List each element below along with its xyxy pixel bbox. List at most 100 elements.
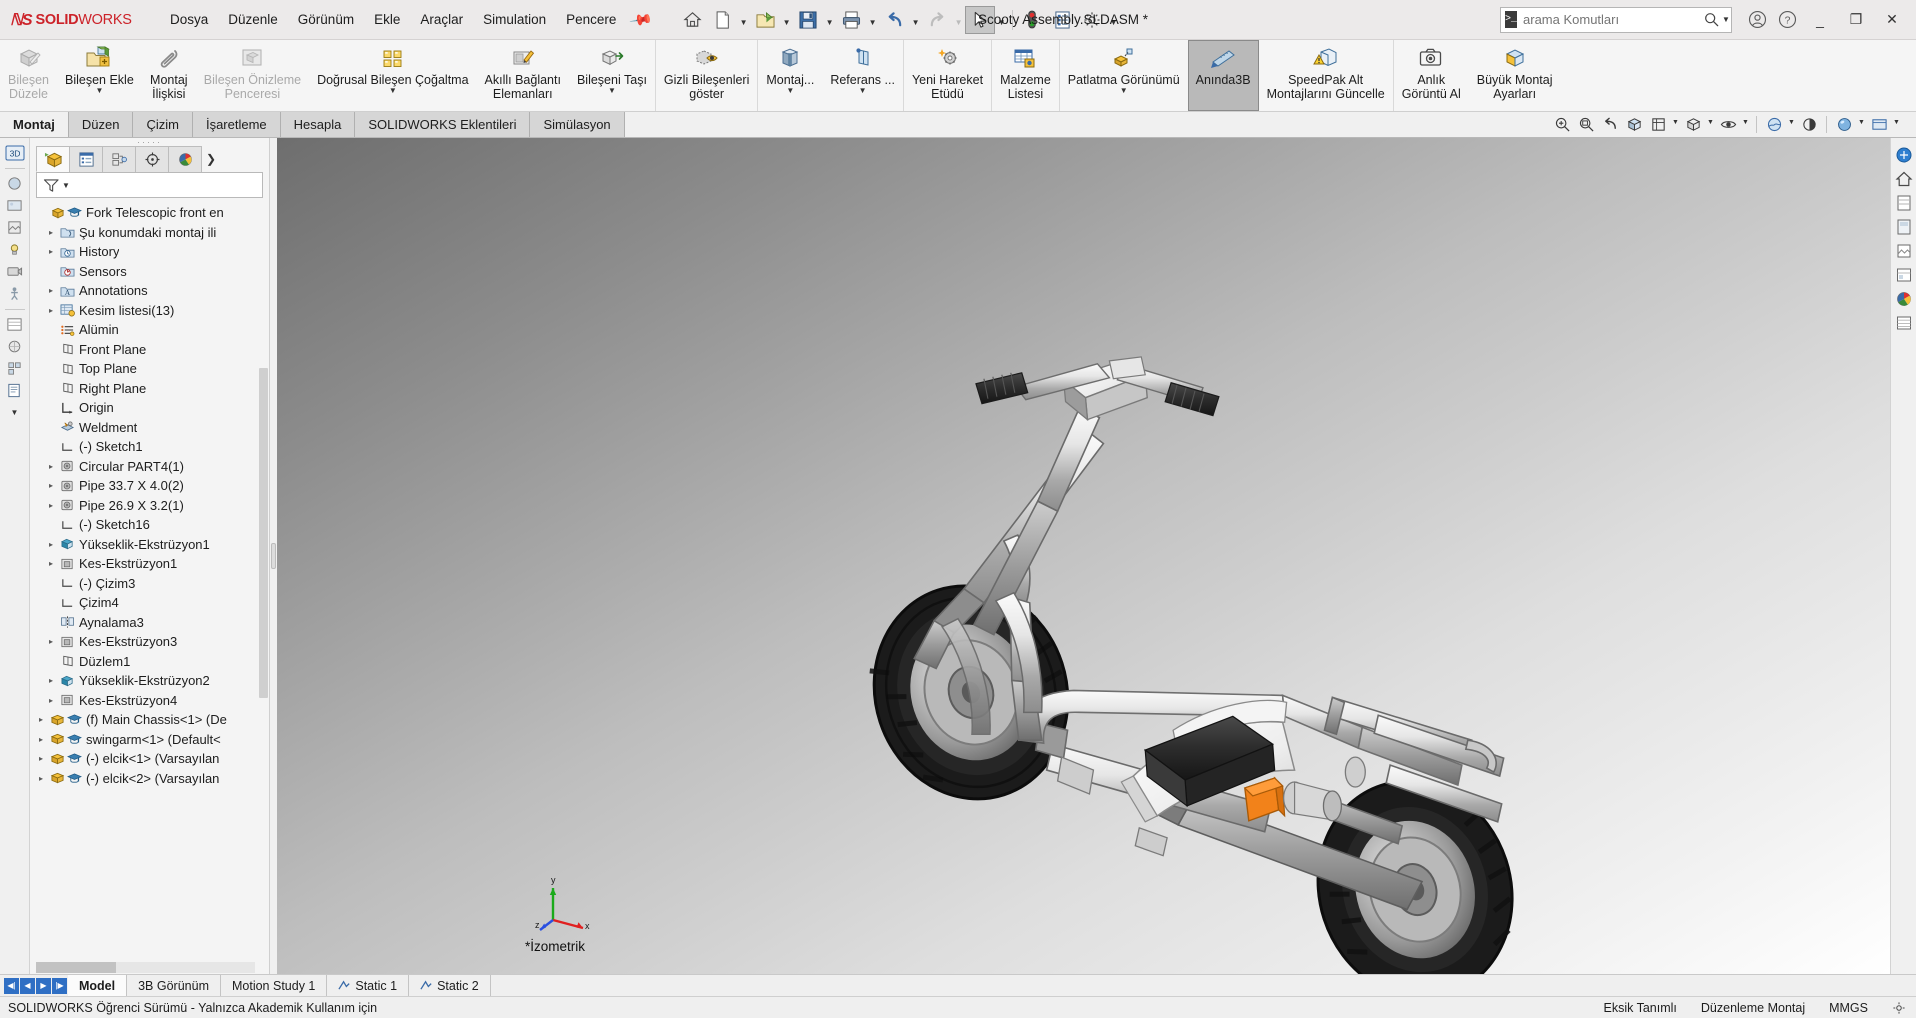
hide-show-items-icon[interactable] (1716, 113, 1740, 137)
tree-node[interactable]: Top Plane (34, 359, 269, 379)
tree-node[interactable]: ▸ (f) Main Chassis<1> (De (34, 710, 269, 730)
insert-component-button[interactable]: Bileşen Ekle ▼ (57, 40, 142, 111)
tree-node[interactable]: Front Plane (34, 340, 269, 360)
view-orientation-dropdown-icon[interactable]: ▼ (1670, 119, 1681, 131)
save-dropdown-icon[interactable]: ▼ (823, 6, 836, 34)
expand-arrow-icon[interactable]: ▸ (44, 696, 58, 705)
tree-node[interactable]: ▸ Pipe 26.9 X 3.2(1) (34, 496, 269, 516)
reference-geometry-dropdown-icon[interactable]: ▼ (859, 87, 867, 95)
options-dropdown-icon[interactable]: ▼ (1107, 6, 1120, 34)
appearance-sphere-icon[interactable] (1832, 113, 1856, 137)
tree-filter-box[interactable]: ▼ (36, 172, 263, 198)
bottom-tab-3d-views[interactable]: 3B Görünüm (127, 975, 221, 996)
move-component-dropdown-icon[interactable]: ▼ (608, 87, 616, 95)
zoom-to-fit-icon[interactable] (1550, 113, 1574, 137)
undo-icon[interactable] (879, 6, 909, 34)
tab-cizim[interactable]: Çizim (133, 112, 193, 137)
apply-scene-dropdown-icon[interactable]: ▼ (1786, 119, 1797, 131)
view-orientation-icon[interactable] (1646, 113, 1670, 137)
menu-pencere[interactable]: Pencere (556, 8, 626, 31)
menu-araclar[interactable]: Araçlar (410, 8, 473, 31)
appearance-dropdown-icon[interactable]: ▼ (1856, 119, 1867, 131)
print-icon[interactable] (836, 6, 866, 34)
left-rail-more-icon[interactable]: ▼ (3, 402, 27, 423)
expand-arrow-icon[interactable]: ▸ (44, 228, 58, 237)
bill-of-materials-button[interactable]: Malzeme Listesi (992, 40, 1059, 111)
first-tab-icon[interactable]: ◀| (4, 977, 19, 994)
tree-hscroll-thumb[interactable] (36, 962, 116, 973)
tree-node[interactable]: ▸ Kesim listesi(13) (34, 301, 269, 321)
mate-button[interactable]: Montaj İlişkisi (142, 40, 196, 111)
tree-node[interactable]: ▸ Yükseklik-Ekstrüzyon1 (34, 535, 269, 555)
open-folder-dropdown-icon[interactable]: ▼ (780, 6, 793, 34)
3d-views-icon[interactable]: 3D (3, 142, 27, 163)
menu-duzenle[interactable]: Düzenle (218, 8, 288, 31)
take-snapshot-button[interactable]: Anlık Görüntü Al (1394, 40, 1469, 111)
redo-icon[interactable] (922, 6, 952, 34)
tree-vertical-scrollbar[interactable] (259, 368, 268, 698)
prev-tab-icon[interactable]: ◀ (20, 977, 35, 994)
custom-properties-icon[interactable] (3, 380, 27, 401)
zoom-area-icon[interactable] (1574, 113, 1598, 137)
tab-solidworks-eklentileri[interactable]: SOLIDWORKS Eklentileri (355, 112, 531, 137)
chevron-right-icon[interactable]: ❯ (201, 146, 221, 172)
command-search-box[interactable]: >_ ▼ (1500, 6, 1733, 33)
expand-arrow-icon[interactable]: ▸ (44, 462, 58, 471)
panel-drag-handle[interactable]: ····· (30, 138, 269, 147)
viewport-layout-icon[interactable] (1867, 113, 1891, 137)
property-manager-tab[interactable] (69, 146, 103, 172)
units-indicator[interactable]: MMGS (1817, 1001, 1880, 1015)
tab-isaretleme[interactable]: İşaretleme (192, 112, 281, 137)
new-document-dropdown-icon[interactable]: ▼ (737, 6, 750, 34)
tree-node[interactable]: ▸ Kes-Ekstrüzyon1 (34, 554, 269, 574)
redo-dropdown-icon[interactable]: ▼ (952, 6, 965, 34)
tree-node[interactable]: (-) Sketch16 (34, 515, 269, 535)
tree-node[interactable]: Origin (34, 398, 269, 418)
select-dropdown-icon[interactable]: ▼ (995, 6, 1008, 34)
light-panel-icon[interactable] (1893, 264, 1915, 286)
search-input[interactable] (1517, 11, 1702, 28)
save-icon[interactable] (793, 6, 823, 34)
new-document-icon[interactable] (707, 6, 737, 34)
restore-button[interactable]: ❐ (1838, 3, 1874, 37)
scene-icon[interactable] (3, 195, 27, 216)
tree-node[interactable]: ▸ Pipe 33.7 X 4.0(2) (34, 476, 269, 496)
tree-node[interactable]: ▸ A Annotations (34, 281, 269, 301)
expand-arrow-icon[interactable]: ▸ (44, 637, 58, 646)
display-manager-tab[interactable] (168, 146, 202, 172)
display-style-dropdown-icon[interactable]: ▼ (1705, 119, 1716, 131)
tab-hesapla[interactable]: Hesapla (280, 112, 356, 137)
apply-scene-icon[interactable] (1762, 113, 1786, 137)
expand-arrow-icon[interactable]: ▸ (34, 774, 48, 783)
tree-node[interactable]: Çizim4 (34, 593, 269, 613)
rebuild-icon[interactable] (1017, 6, 1047, 34)
close-button[interactable]: ✕ (1874, 3, 1910, 37)
feature-manager-tree-tab[interactable] (36, 146, 70, 172)
render-tools-icon[interactable] (3, 336, 27, 357)
tree-node[interactable]: Düzlem1 (34, 652, 269, 672)
dimxpert-manager-tab[interactable] (135, 146, 169, 172)
menu-gorunum[interactable]: Görünüm (288, 8, 364, 31)
assembly-features-button[interactable]: Montaj... ▼ (758, 40, 822, 111)
reference-geometry-button[interactable]: Referans ... ▼ (822, 40, 903, 111)
next-tab-icon[interactable]: ▶ (36, 977, 51, 994)
appearance-icon[interactable] (3, 173, 27, 194)
options-gear-icon[interactable] (1077, 6, 1107, 34)
tree-node[interactable]: ▸ (-) elcik<2> (Varsayılan (34, 769, 269, 789)
move-component-button[interactable]: Bileşeni Taşı ▼ (569, 40, 655, 111)
decal-panel-icon[interactable] (1893, 240, 1915, 262)
search-icon[interactable] (1701, 12, 1722, 27)
color-wheel-icon[interactable] (1893, 288, 1915, 310)
search-dropdown-icon[interactable]: ▼ (1722, 15, 1733, 24)
exploded-view-button[interactable]: Patlatma Görünümü ▼ (1060, 40, 1188, 111)
expand-arrow-icon[interactable]: ▸ (34, 735, 48, 744)
view-settings-icon[interactable] (1797, 113, 1821, 137)
bottom-tab-static-2[interactable]: Static 2 (409, 975, 491, 996)
camera-icon[interactable] (3, 261, 27, 282)
select-cursor-icon[interactable] (965, 5, 996, 34)
display-manager-icon[interactable] (3, 314, 27, 335)
expand-arrow-icon[interactable]: ▸ (34, 715, 48, 724)
walk-through-icon[interactable] (3, 283, 27, 304)
tree-node[interactable]: (-) Sketch1 (34, 437, 269, 457)
expand-arrow-icon[interactable]: ▸ (44, 286, 58, 295)
